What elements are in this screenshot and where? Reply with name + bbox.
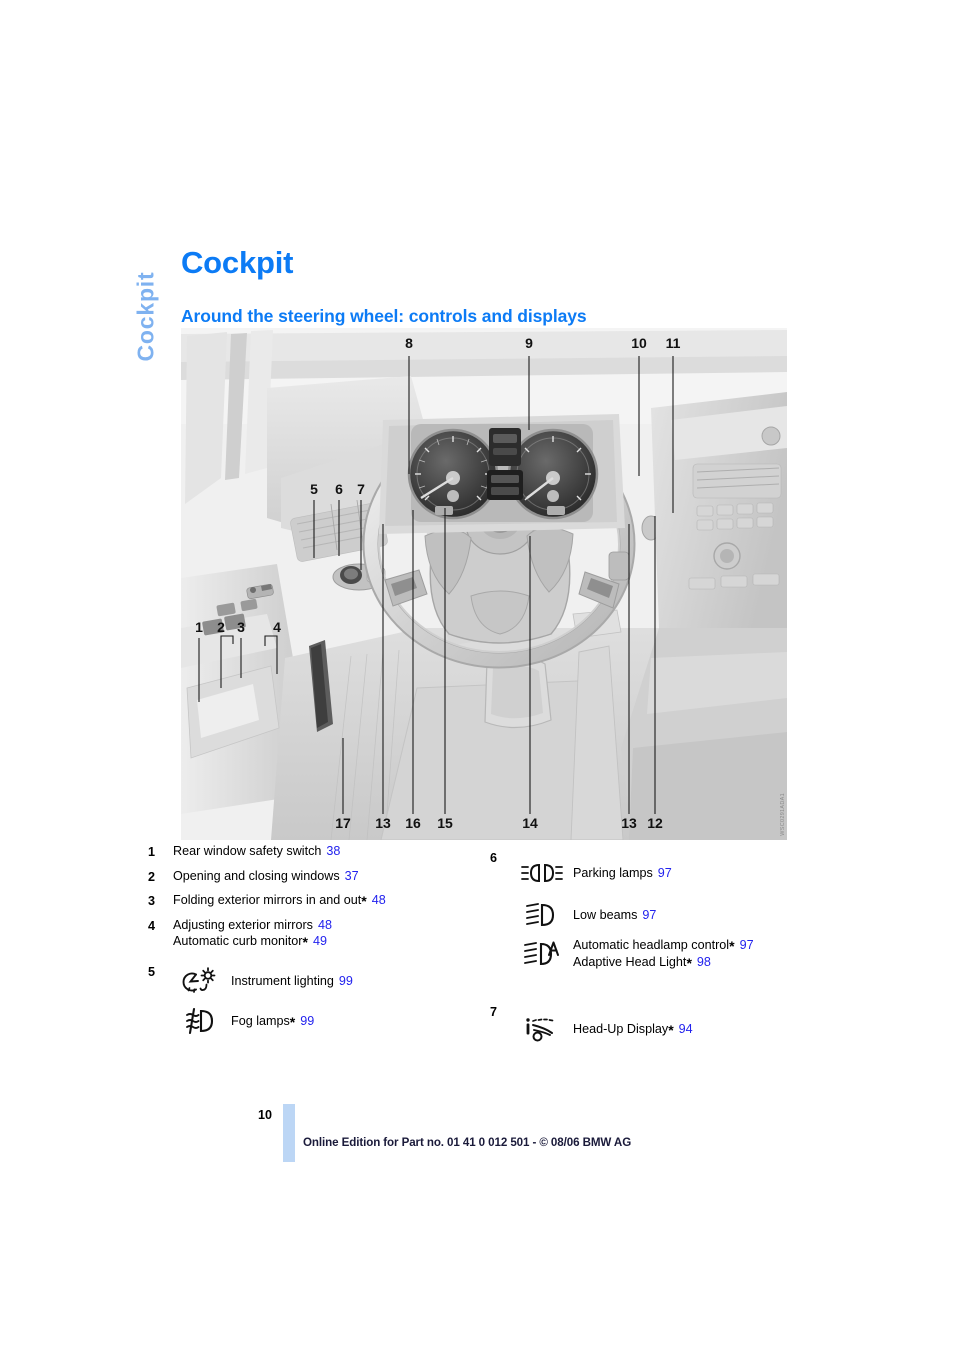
legend-item-4: 4 Adjusting exterior mirrors 48 Automatic… bbox=[148, 917, 478, 951]
svg-text:10: 10 bbox=[631, 335, 647, 351]
chapter-thumb-tab-label: Cockpit bbox=[132, 271, 159, 362]
legend-page-ref[interactable]: 97 bbox=[740, 938, 754, 952]
automatic-headlamp-control-icon bbox=[515, 939, 569, 969]
legend-page-ref[interactable]: 49 bbox=[313, 934, 327, 948]
optional-equipment-asterisk: * bbox=[302, 934, 308, 951]
legend-subitem-head-up-display: Head-Up Display* 94 bbox=[515, 1014, 820, 1044]
legend-page-ref[interactable]: 99 bbox=[300, 1014, 314, 1028]
footer-accent-bar bbox=[283, 1104, 295, 1162]
chapter-thumb-tab: Cockpit bbox=[124, 222, 164, 362]
svg-text:13: 13 bbox=[375, 815, 391, 831]
legend-label: Head-Up Display bbox=[573, 1021, 669, 1036]
svg-text:6: 6 bbox=[335, 481, 343, 497]
head-up-display-icon bbox=[515, 1014, 569, 1044]
legend-number: 5 bbox=[148, 964, 156, 979]
cockpit-diagram-svg: 8 9 10 11 5 6 7 1 2 3 4 17 13 16 15 14 1… bbox=[181, 328, 787, 840]
legend-item-6: 6 Parking lamps 97 Low beams 97 Automati… bbox=[490, 852, 820, 978]
legend-subitem-fog-lamps: Fog lamps* 99 bbox=[173, 1006, 478, 1036]
optional-equipment-asterisk: * bbox=[361, 893, 367, 910]
legend-number: 6 bbox=[490, 851, 498, 865]
optional-equipment-asterisk: * bbox=[668, 1021, 674, 1038]
legend-subitem-instrument-lighting: Instrument lighting 99 bbox=[173, 966, 478, 996]
legend-label: Folding exterior mirrors in and out bbox=[173, 893, 362, 908]
svg-text:16: 16 bbox=[405, 815, 421, 831]
figure-reference-code: WSC0291ADA1 bbox=[780, 793, 786, 836]
instrument-cluster bbox=[379, 414, 625, 534]
legend-label: Automatic headlamp control bbox=[573, 938, 730, 953]
legend-item-3: 3 Folding exterior mirrors in and out* 48 bbox=[148, 894, 478, 908]
legend-number: 2 bbox=[148, 869, 156, 884]
legend-label: Fog lamps bbox=[231, 1013, 290, 1028]
legend-page-ref[interactable]: 37 bbox=[345, 869, 359, 883]
svg-text:4: 4 bbox=[273, 619, 281, 635]
page-number: 10 bbox=[258, 1108, 273, 1122]
svg-text:7: 7 bbox=[357, 481, 365, 497]
legend-number: 7 bbox=[490, 1005, 498, 1019]
legend-label: Adaptive Head Light bbox=[573, 955, 687, 969]
legend-page-ref[interactable]: 48 bbox=[318, 918, 332, 932]
legend-label: Parking lamps bbox=[573, 865, 653, 880]
legend-label: Opening and closing windows bbox=[173, 868, 340, 883]
svg-text:1: 1 bbox=[195, 619, 203, 635]
svg-text:5: 5 bbox=[310, 481, 318, 497]
manual-page: Cockpit Cockpit Around the steering whee… bbox=[0, 0, 954, 1351]
optional-equipment-asterisk: * bbox=[289, 1013, 296, 1030]
legend-page-ref[interactable]: 38 bbox=[326, 844, 340, 858]
svg-text:14: 14 bbox=[522, 815, 538, 831]
svg-text:2: 2 bbox=[217, 619, 225, 635]
legend-number: 1 bbox=[148, 845, 156, 859]
legend-item-7: 7 Head-Up Display* 94 bbox=[490, 1006, 820, 1053]
legend-column-left: 1 Rear window safety switch 38 2 Opening … bbox=[148, 845, 478, 1045]
svg-text:11: 11 bbox=[666, 335, 681, 351]
legend-label: Low beams bbox=[573, 907, 638, 922]
fog-lamps-icon bbox=[173, 1006, 227, 1036]
parking-lamps-icon bbox=[515, 858, 569, 888]
footer-copyright: Online Edition for Part no. 01 41 0 012 … bbox=[303, 1136, 632, 1149]
svg-text:12: 12 bbox=[647, 815, 663, 831]
legend-page-ref[interactable]: 94 bbox=[679, 1022, 693, 1036]
legend-subitem-parking-lamps: Parking lamps 97 bbox=[515, 858, 820, 888]
legend-page-ref[interactable]: 97 bbox=[642, 908, 656, 922]
svg-text:15: 15 bbox=[437, 815, 453, 831]
optional-equipment-asterisk: * bbox=[729, 938, 735, 955]
legend-label: Adjusting exterior mirrors bbox=[173, 917, 313, 932]
legend-page-ref[interactable]: 48 bbox=[372, 893, 386, 907]
legend-item-5: 5 Instrument lighting 99 Fog lamps* 99 bbox=[148, 966, 478, 1045]
low-beams-icon bbox=[515, 900, 569, 930]
legend-page-ref[interactable]: 99 bbox=[339, 974, 353, 988]
legend-label: Automatic curb monitor bbox=[173, 934, 303, 949]
legend-subitem-automatic-headlamp-control: Automatic headlamp control* 97 Adaptive H… bbox=[515, 938, 820, 971]
legend-column-right: 6 Parking lamps 97 Low beams 97 Automati… bbox=[490, 852, 820, 1053]
legend-subitem-low-beams: Low beams 97 bbox=[515, 900, 820, 930]
legend-page-ref[interactable]: 97 bbox=[658, 866, 672, 880]
legend-item-2: 2 Opening and closing windows 37 bbox=[148, 868, 478, 884]
legend-label: Instrument lighting bbox=[231, 973, 334, 988]
svg-text:9: 9 bbox=[525, 335, 533, 351]
legend-page-ref[interactable]: 98 bbox=[697, 955, 711, 969]
svg-text:8: 8 bbox=[405, 335, 413, 351]
optional-equipment-asterisk: * bbox=[686, 955, 692, 971]
page-title: Cockpit bbox=[181, 244, 294, 280]
cockpit-illustration: 8 9 10 11 5 6 7 1 2 3 4 17 13 16 15 14 1… bbox=[181, 328, 787, 840]
legend-item-1: 1 Rear window safety switch 38 bbox=[148, 845, 478, 859]
instrument-lighting-icon bbox=[173, 966, 227, 996]
svg-text:3: 3 bbox=[237, 619, 245, 635]
legend-number: 4 bbox=[148, 918, 156, 933]
svg-text:13: 13 bbox=[621, 815, 637, 831]
svg-text:17: 17 bbox=[335, 815, 351, 831]
section-title: Around the steering wheel: controls and … bbox=[181, 305, 587, 326]
legend-label: Rear window safety switch bbox=[173, 844, 322, 858]
legend-number: 3 bbox=[148, 894, 156, 909]
